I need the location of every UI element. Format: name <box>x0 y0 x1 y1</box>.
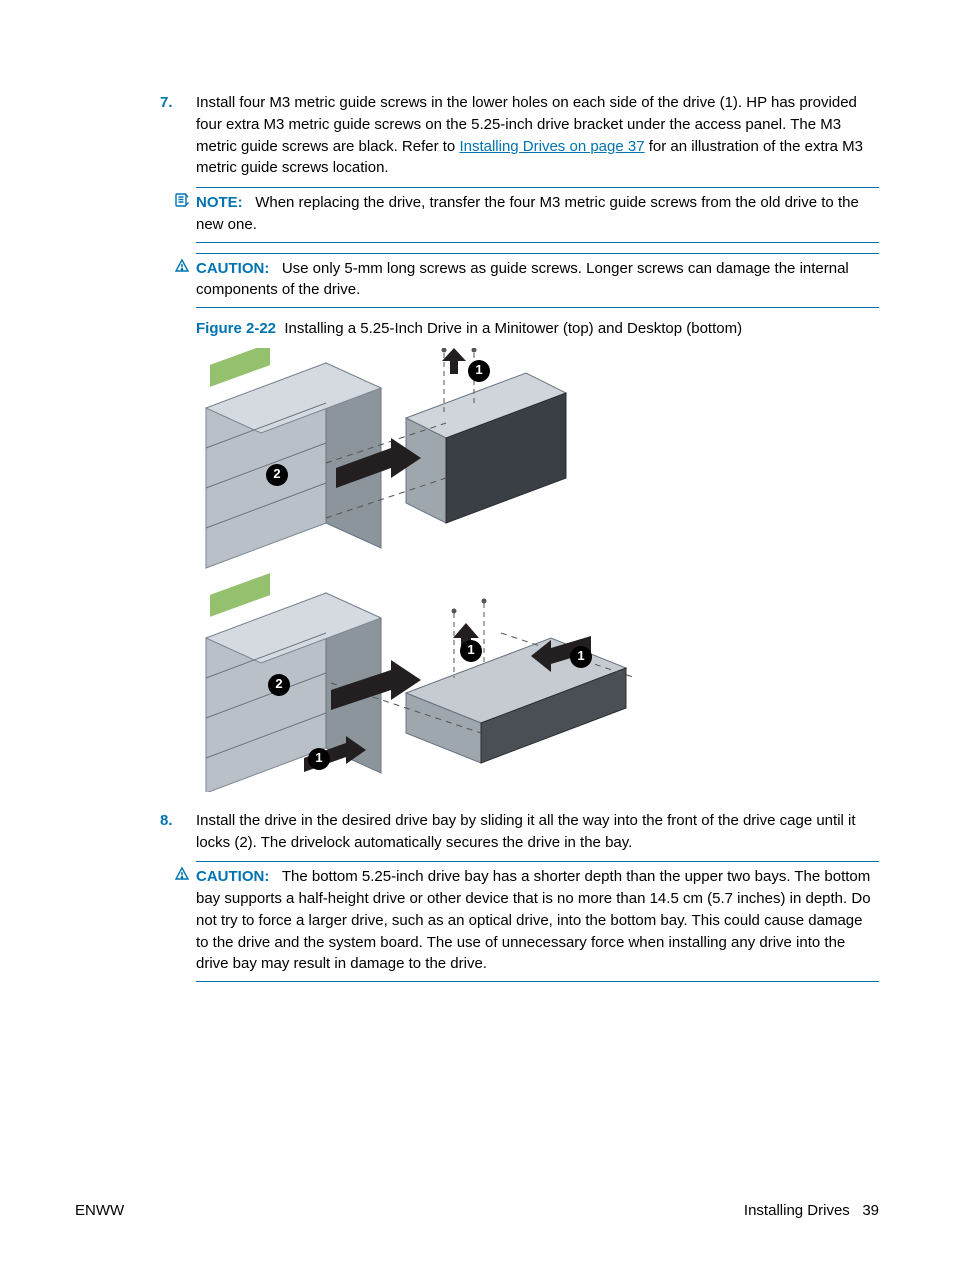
page: 7. Install four M3 metric guide screws i… <box>0 0 954 1270</box>
callout-1: 1 <box>468 360 490 382</box>
callout-1: 1 <box>570 646 592 668</box>
figure-image: 1 2 1 1 2 1 <box>196 348 646 792</box>
step-body: Install four M3 metric guide screws in t… <box>196 92 879 179</box>
page-footer: ENWW Installing Drives 39 <box>75 1200 879 1222</box>
note-label: NOTE: <box>196 194 243 211</box>
note-icon <box>174 192 190 208</box>
page-number: 39 <box>862 1202 879 1219</box>
callout-2: 2 <box>266 464 288 486</box>
caution-text: Use only 5-mm long screws as guide screw… <box>196 260 849 299</box>
caution-text: The bottom 5.25-inch drive bay has a sho… <box>196 868 871 972</box>
callout-2: 2 <box>268 674 290 696</box>
caution-label: CAUTION: <box>196 868 269 885</box>
step-body: Install the drive in the desired drive b… <box>196 810 879 854</box>
callout-1: 1 <box>308 748 330 770</box>
figure-caption: Figure 2-22 Installing a 5.25-Inch Drive… <box>196 318 879 340</box>
step-7: 7. Install four M3 metric guide screws i… <box>180 92 879 179</box>
note-text: When replacing the drive, transfer the f… <box>196 194 859 233</box>
content-area: 7. Install four M3 metric guide screws i… <box>180 92 879 982</box>
caution-icon <box>174 258 190 274</box>
link-installing-drives[interactable]: Installing Drives on page 37 <box>459 138 644 155</box>
callout-1: 1 <box>460 640 482 662</box>
caution-admonition: CAUTION: The bottom 5.25-inch drive bay … <box>196 861 879 982</box>
note-admonition: NOTE: When replacing the drive, transfer… <box>196 187 879 243</box>
figure-label: Figure 2-22 <box>196 320 276 337</box>
figure-caption-text: Installing a 5.25-Inch Drive in a Minito… <box>284 320 742 337</box>
step-number: 7. <box>160 92 173 114</box>
step-number: 8. <box>160 810 173 832</box>
caution-icon <box>174 866 190 882</box>
step-8: 8. Install the drive in the desired driv… <box>180 810 879 854</box>
footer-left: ENWW <box>75 1200 124 1222</box>
caution-label: CAUTION: <box>196 260 269 277</box>
footer-section: Installing Drives <box>744 1202 850 1219</box>
footer-right: Installing Drives 39 <box>744 1200 879 1222</box>
caution-admonition: CAUTION: Use only 5-mm long screws as gu… <box>196 253 879 309</box>
